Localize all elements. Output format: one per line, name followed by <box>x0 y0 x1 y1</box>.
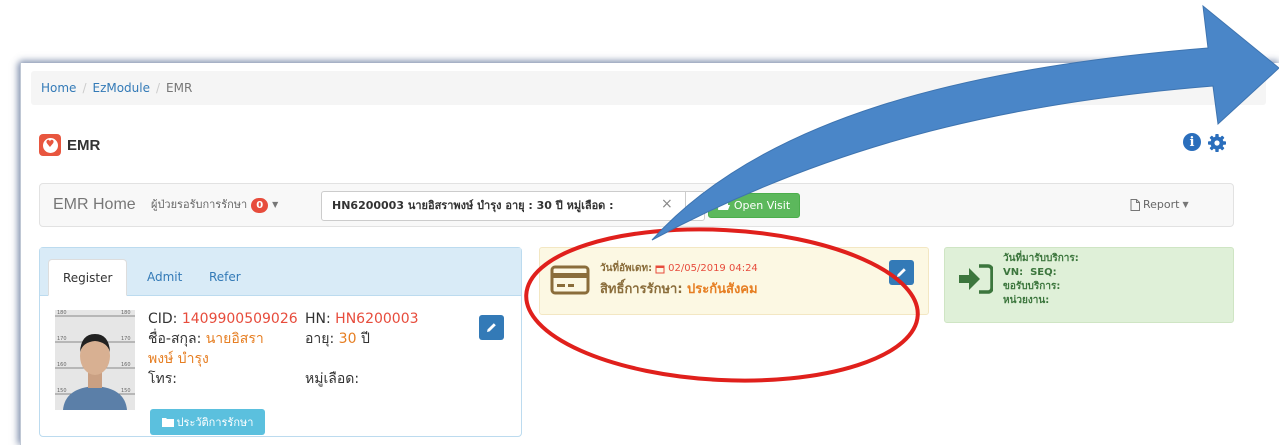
calendar-icon <box>655 265 665 273</box>
visit-date-label: วันที่มารับบริการ: <box>1003 253 1079 264</box>
open-visit-button[interactable]: Open Visit <box>708 193 800 218</box>
search-divider <box>685 192 686 220</box>
credit-card-icon <box>550 265 590 295</box>
breadcrumb-home[interactable]: Home <box>41 81 76 95</box>
info-icon[interactable]: i <box>1183 133 1201 151</box>
ruler-label: 170 <box>57 336 67 342</box>
folder-icon <box>161 418 174 427</box>
waiting-patients-label: ผู้ป่วยรอรับการรักษา <box>151 198 248 211</box>
seq-label: SEQ: <box>1030 267 1057 278</box>
ruler-label: 180 <box>121 310 131 316</box>
treatment-rights-row: สิทธิ์การรักษา: ประกันสังคม <box>600 278 758 299</box>
chevron-down-icon: ▼ <box>1182 200 1189 209</box>
pencil-icon <box>487 323 496 332</box>
update-date-value: 02/05/2019 04:24 <box>668 263 758 274</box>
unit-label: หน่วยงาน: <box>1003 295 1050 306</box>
folder-open-icon <box>717 201 730 210</box>
emr-navbar: EMR Home ผู้ป่วยรอรับการรักษา 0 ▼ HN6200… <box>39 183 1234 227</box>
age-row: อายุ: 30 ปี <box>305 329 419 349</box>
treatment-rights-label: สิทธิ์การรักษา: <box>600 282 683 297</box>
breadcrumb: Home / EzModule / EMR <box>31 71 1266 105</box>
ruler-label: 170 <box>121 336 131 342</box>
cid-label: CID: <box>148 311 178 327</box>
breadcrumb-separator: / <box>82 81 87 95</box>
edit-rights-button[interactable] <box>889 260 914 285</box>
ruler-label: 160 <box>57 362 67 368</box>
treatment-history-label: ประวัติการรักษา <box>176 416 254 429</box>
ruler-label: 150 <box>57 388 67 394</box>
patient-tabs: Register Admit Refer <box>40 248 521 296</box>
chevron-down-icon: ▼ <box>272 200 279 209</box>
age-value: 30 <box>338 331 357 347</box>
report-label: Report <box>1143 198 1180 211</box>
patient-photo: 180 180 170 170 160 160 150 150 <box>55 310 135 410</box>
update-date-row: วันที่อัพเดท: 02/05/2019 04:24 <box>600 261 758 276</box>
patient-identity: CID: 1409900509026 ชื่อ-สกุล: นายอิสรา พ… <box>148 309 298 389</box>
app-window: Home / EzModule / EMR ♥ EMR i EMR Home ผู้ป่ <box>20 63 1279 445</box>
update-date-label: วันที่อัพเดท: <box>600 263 653 274</box>
name-value-continued: พงษ์ บำรุง <box>148 351 209 367</box>
name-row: ชื่อ-สกุล: นายอิสรา <box>148 329 298 349</box>
phone-row: โทร: <box>148 369 298 389</box>
breadcrumb-separator: / <box>156 81 161 95</box>
cid-row: CID: 1409900509026 <box>148 309 298 329</box>
ruler-label: 180 <box>57 310 67 316</box>
age-label: อายุ: <box>305 331 335 347</box>
header-actions: i <box>1183 133 1227 153</box>
tab-refer[interactable]: Refer <box>195 259 255 296</box>
tab-admit[interactable]: Admit <box>133 259 196 296</box>
hn-value: HN6200003 <box>335 311 419 327</box>
pencil-icon <box>897 268 906 277</box>
breadcrumb-ezmodule[interactable]: EzModule <box>92 81 150 95</box>
treatment-history-button[interactable]: ประวัติการรักษา <box>150 409 265 435</box>
visit-info-text: วันที่มารับบริการ: VN: SEQ: ขอรับบริการ:… <box>1003 252 1079 308</box>
vn-label: VN: <box>1003 267 1024 278</box>
sign-in-icon <box>959 264 993 294</box>
blood-row: หมู่เลือด: <box>305 369 419 389</box>
waiting-patients-dropdown[interactable]: ผู้ป่วยรอรับการรักษา 0 ▼ <box>151 184 278 226</box>
page-title: EMR <box>67 136 101 154</box>
heartbeat-icon: ♥ <box>39 134 61 156</box>
vn-seq-row: VN: SEQ: <box>1003 266 1079 280</box>
report-dropdown[interactable]: Report ▼ <box>1130 184 1189 226</box>
file-icon <box>1130 199 1140 211</box>
hn-row: HN: HN6200003 <box>305 309 419 329</box>
treatment-rights-card: วันที่อัพเดท: 02/05/2019 04:24 สิทธิ์การ… <box>539 247 929 315</box>
service-label: ขอรับบริการ: <box>1003 281 1061 292</box>
ruler-label: 150 <box>121 388 131 394</box>
name-value: นายอิสรา <box>205 331 264 347</box>
hn-label: HN: <box>305 311 331 327</box>
selected-patient-text: HN6200003 นายอิสราพงษ์ บำรุง อายุ : 30 ป… <box>332 199 614 212</box>
gear-icon[interactable] <box>1207 133 1227 153</box>
ruler-label: 160 <box>121 362 131 368</box>
edit-patient-button[interactable] <box>479 315 504 340</box>
clear-icon[interactable]: × <box>661 196 673 212</box>
patient-search-select[interactable]: HN6200003 นายอิสราพงษ์ บำรุง อายุ : 30 ป… <box>321 191 705 221</box>
blood-label: หมู่เลือด: <box>305 371 360 387</box>
cid-value: 1409900509026 <box>181 311 298 327</box>
name-label: ชื่อ-สกุล: <box>148 331 202 347</box>
page-header: ♥ EMR <box>39 133 100 157</box>
visit-info-card: วันที่มารับบริการ: VN: SEQ: ขอรับบริการ:… <box>944 247 1234 323</box>
phone-label: โทร: <box>148 371 177 387</box>
age-unit: ปี <box>360 331 370 347</box>
breadcrumb-current: EMR <box>166 81 193 95</box>
treatment-rights-value: ประกันสังคม <box>687 282 758 297</box>
navbar-brand[interactable]: EMR Home <box>53 184 136 226</box>
waiting-count-badge: 0 <box>251 197 269 213</box>
patient-panel: Register Admit Refer 180 180 170 170 160… <box>39 247 522 437</box>
open-visit-label: Open Visit <box>733 199 791 212</box>
patient-details: HN: HN6200003 อายุ: 30 ปี หมู่เลือด: <box>305 309 419 389</box>
tab-register[interactable]: Register <box>48 259 128 296</box>
mugshot-image <box>55 310 135 410</box>
